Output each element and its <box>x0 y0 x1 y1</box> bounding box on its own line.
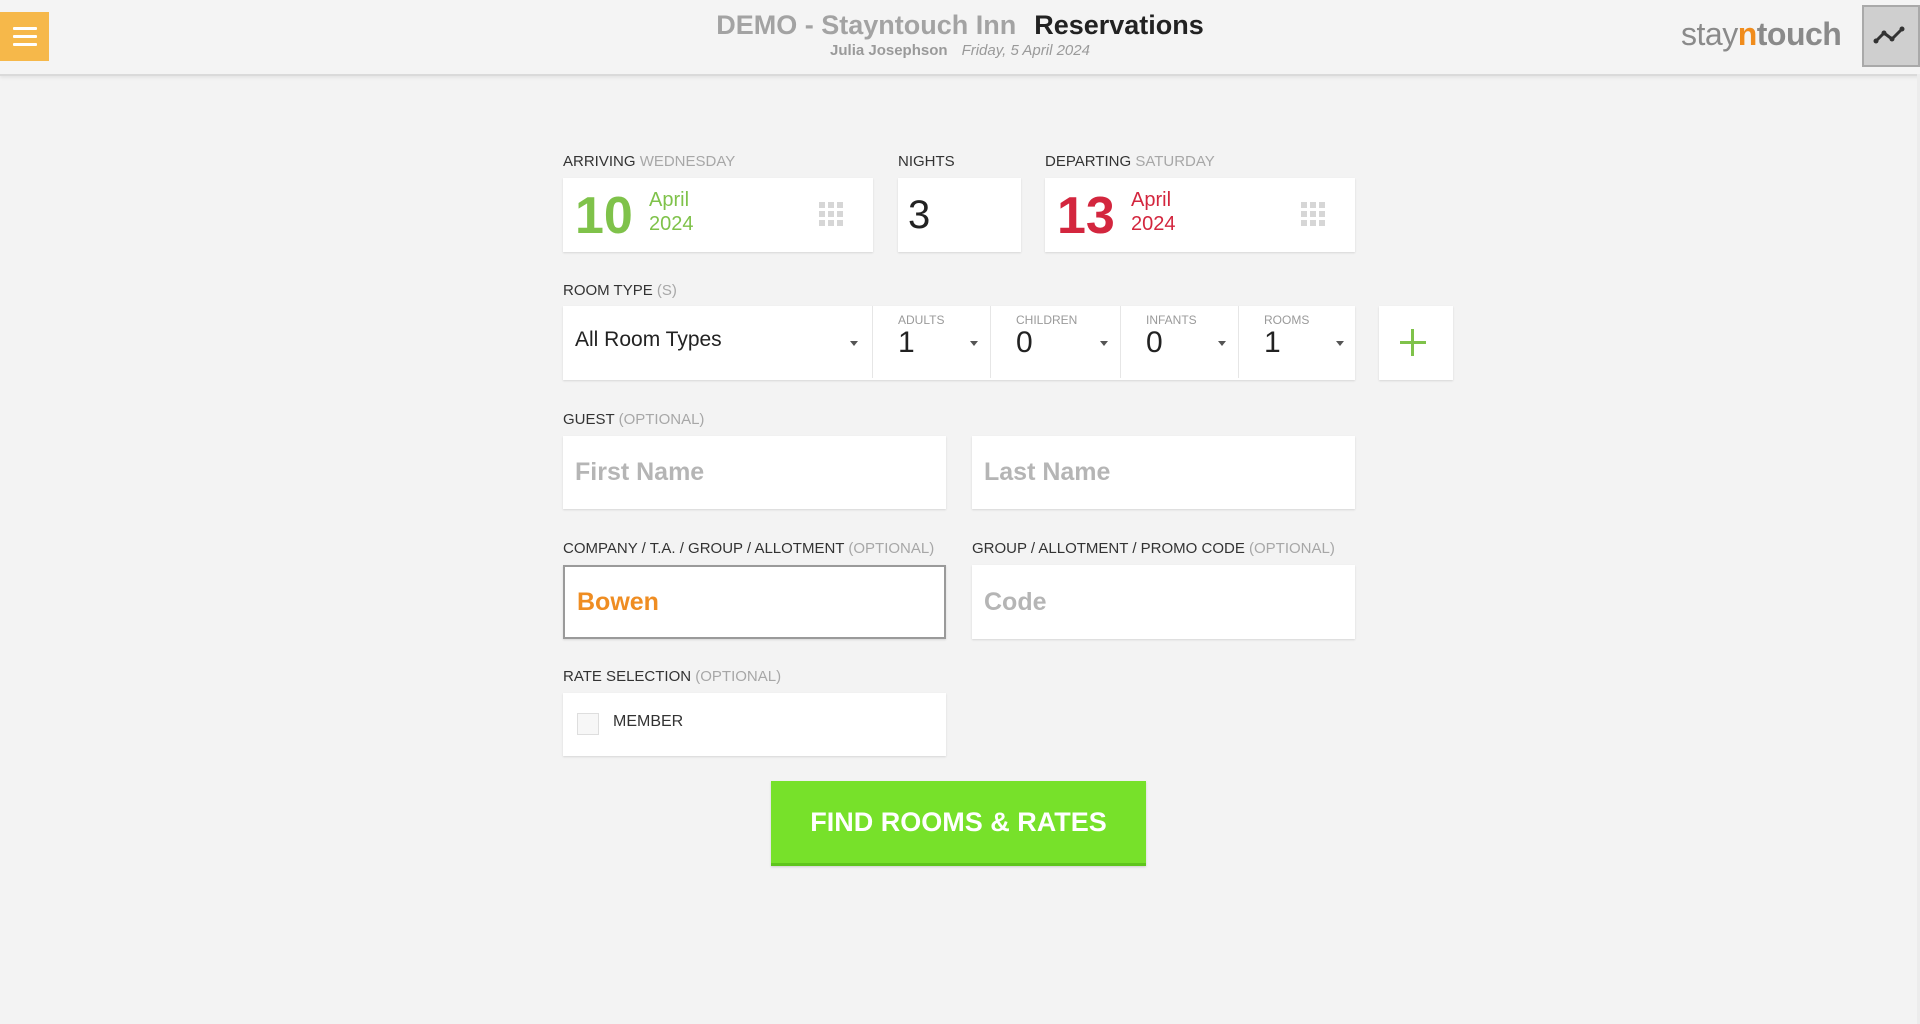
adults-label: ADULTS <box>898 313 945 327</box>
promo-code-input[interactable] <box>972 565 1355 639</box>
room-occupancy-row: All Room Types ADULTS 1 CHILDREN 0 INFAN… <box>563 306 1355 380</box>
infants-value: 0 <box>1146 326 1163 359</box>
infants-select[interactable]: INFANTS 0 <box>1121 306 1238 380</box>
app-header: DEMO - Stayntouch Inn Reservations Julia … <box>0 0 1920 76</box>
arrival-weekday: WEDNESDAY <box>639 153 736 170</box>
rate-selection-label: RATE SELECTION (OPTIONAL) <box>563 668 782 685</box>
nights-field <box>898 178 1021 252</box>
guest-label: GUEST (OPTIONAL) <box>563 411 705 428</box>
member-checkbox[interactable] <box>577 713 599 735</box>
arrival-date-picker[interactable]: 10 April 2024 <box>563 178 873 252</box>
nights-label: NIGHTS <box>898 153 955 170</box>
chevron-down-icon <box>1100 341 1108 346</box>
business-date: Friday, 5 April 2024 <box>961 42 1090 59</box>
line-chart-icon <box>1873 26 1905 44</box>
room-type-value: All Room Types <box>575 328 722 351</box>
children-label: CHILDREN <box>1016 313 1078 327</box>
nights-input[interactable] <box>898 178 1021 252</box>
departure-year: 2024 <box>1131 213 1176 235</box>
promo-code-field <box>972 565 1355 639</box>
arrival-year: 2024 <box>649 213 694 235</box>
calendar-grid-icon <box>1301 202 1327 228</box>
first-name-field <box>563 436 946 509</box>
company-label: COMPANY / T.A. / GROUP / ALLOTMENT (OPTI… <box>563 540 935 557</box>
departure-label: DEPARTING SATURDAY <box>1045 153 1215 170</box>
hotel-name: DEMO - Stayntouch Inn <box>716 10 1017 40</box>
arrival-label: ARRIVING WEDNESDAY <box>563 153 736 170</box>
arrival-day: 10 <box>575 187 633 245</box>
arrival-month: April <box>649 189 690 211</box>
room-type-select[interactable]: All Room Types <box>563 306 872 380</box>
departure-day: 13 <box>1057 187 1115 245</box>
rate-selection-box: MEMBER <box>563 693 946 756</box>
chevron-down-icon <box>1218 341 1226 346</box>
departure-weekday: SATURDAY <box>1135 153 1215 170</box>
first-name-input[interactable] <box>563 436 946 509</box>
chevron-down-icon <box>1336 341 1344 346</box>
children-value: 0 <box>1016 326 1033 359</box>
departure-date-picker[interactable]: 13 April 2024 <box>1045 178 1355 252</box>
adults-select[interactable]: ADULTS 1 <box>873 306 990 380</box>
children-select[interactable]: CHILDREN 0 <box>991 306 1120 380</box>
adults-value: 1 <box>898 326 915 359</box>
user-name: Julia Josephson <box>830 42 948 59</box>
company-field <box>563 565 946 639</box>
member-label: MEMBER <box>613 713 684 730</box>
chevron-down-icon <box>850 341 858 346</box>
stayntouch-logo: stayntouch <box>1681 16 1842 52</box>
promo-code-label: GROUP / ALLOTMENT / PROMO CODE (OPTIONAL… <box>972 540 1335 557</box>
header-title-block: DEMO - Stayntouch Inn Reservations Julia … <box>0 8 1920 60</box>
company-input[interactable] <box>565 567 944 637</box>
infants-label: INFANTS <box>1146 313 1197 327</box>
chevron-down-icon <box>970 341 978 346</box>
rooms-value: 1 <box>1264 326 1281 359</box>
add-room-button[interactable] <box>1379 306 1453 380</box>
analytics-button[interactable] <box>1862 5 1920 67</box>
calendar-grid-icon <box>819 202 845 228</box>
departure-month: April <box>1131 189 1172 211</box>
page-title: Reservations <box>1034 10 1204 40</box>
find-rooms-rates-button[interactable]: FIND ROOMS & RATES <box>771 781 1146 866</box>
last-name-input[interactable] <box>972 436 1355 509</box>
rooms-select[interactable]: ROOMS 1 <box>1239 306 1355 380</box>
room-type-label: ROOM TYPE (S) <box>563 282 677 299</box>
last-name-field <box>972 436 1355 509</box>
rooms-label: ROOMS <box>1264 313 1310 327</box>
